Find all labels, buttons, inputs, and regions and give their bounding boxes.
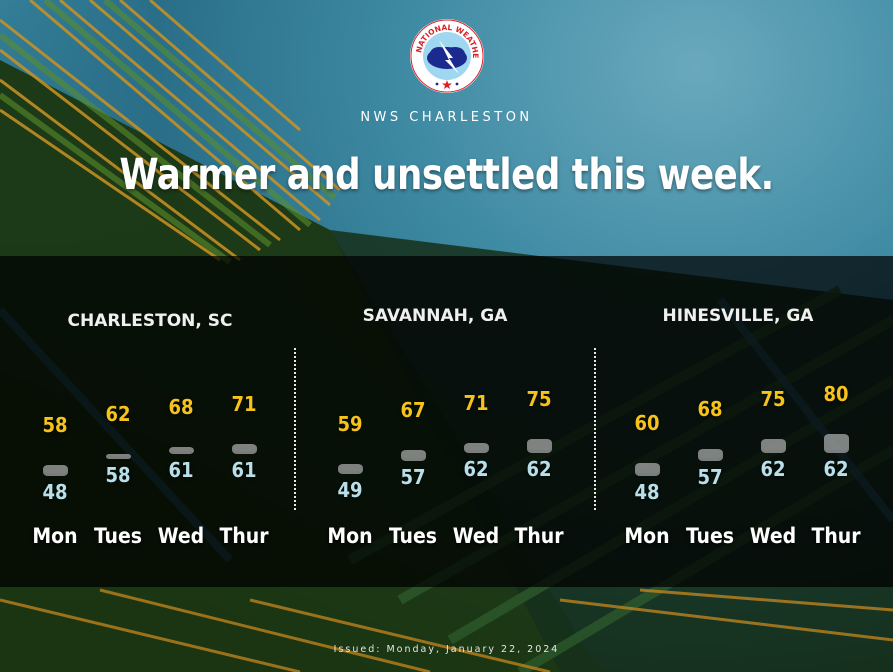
day-label: Mon bbox=[32, 524, 78, 548]
city-title: SAVANNAH, GA bbox=[362, 306, 508, 326]
nws-logo-icon: NATIONAL WEATHER SERVICE bbox=[406, 11, 484, 93]
low-temp-label: 57 bbox=[400, 464, 426, 489]
temp-range-bar bbox=[401, 450, 426, 461]
low-temp-label: 62 bbox=[823, 456, 849, 481]
day-label: Wed bbox=[452, 524, 500, 548]
low-temp-label: 48 bbox=[634, 479, 660, 504]
day-label: Tues bbox=[388, 524, 438, 548]
high-temp-label: 71 bbox=[463, 391, 489, 416]
temp-range-bar bbox=[106, 454, 131, 460]
issued-date: Issued: Monday, January 22, 2024 bbox=[333, 644, 560, 655]
high-temp-label: 68 bbox=[697, 397, 723, 422]
office-name: NWS CHARLESTON bbox=[360, 110, 533, 125]
temp-range-bar bbox=[824, 433, 849, 453]
low-temp-label: 61 bbox=[168, 458, 194, 483]
low-temp-label: 62 bbox=[463, 456, 489, 481]
low-temp-label: 49 bbox=[337, 478, 363, 503]
high-temp-label: 75 bbox=[760, 387, 786, 412]
high-temp-label: 75 bbox=[526, 387, 552, 412]
day-label: Wed bbox=[749, 524, 797, 548]
day-label: Wed bbox=[157, 524, 205, 548]
high-temp-label: 67 bbox=[400, 398, 426, 423]
low-temp-label: 62 bbox=[526, 456, 552, 481]
day-label: Tues bbox=[685, 524, 735, 548]
high-temp-label: 68 bbox=[168, 395, 194, 419]
panel-divider bbox=[294, 348, 296, 510]
high-temp-label: 62 bbox=[105, 402, 131, 427]
day-label: Thur bbox=[811, 524, 861, 548]
city-title: CHARLESTON, SC bbox=[67, 311, 233, 331]
nws-logo: NATIONAL WEATHER SERVICE bbox=[406, 11, 485, 94]
high-temp-label: 60 bbox=[634, 411, 660, 436]
high-temp-label: 71 bbox=[231, 391, 257, 416]
day-label: Mon bbox=[327, 524, 373, 548]
low-temp-label: 57 bbox=[697, 464, 723, 489]
temp-range-bar bbox=[464, 443, 489, 453]
day-label: Thur bbox=[219, 524, 269, 548]
city-title: HINESVILLE, GA bbox=[662, 306, 814, 326]
temp-range-bar bbox=[527, 439, 552, 453]
panel-divider bbox=[594, 348, 596, 510]
high-temp-label: 58 bbox=[42, 413, 68, 438]
high-temp-label: 59 bbox=[337, 411, 363, 436]
headline: Warmer and unsettled this week. bbox=[119, 150, 774, 200]
temp-range-bar bbox=[43, 465, 68, 476]
temp-range-bar bbox=[698, 449, 723, 461]
day-label: Mon bbox=[624, 524, 670, 548]
day-label: Tues bbox=[93, 524, 143, 548]
temp-range-bar bbox=[761, 439, 786, 453]
temp-range-bar bbox=[635, 463, 660, 476]
day-label: Thur bbox=[514, 524, 564, 548]
temp-range-bar bbox=[169, 447, 194, 455]
temp-range-bar bbox=[338, 463, 363, 475]
high-temp-label: 80 bbox=[823, 381, 849, 406]
temp-range-bar bbox=[232, 443, 257, 455]
low-temp-label: 61 bbox=[231, 458, 257, 483]
low-temp-label: 48 bbox=[42, 479, 68, 504]
low-temp-label: 62 bbox=[760, 456, 786, 481]
low-temp-label: 58 bbox=[105, 463, 131, 488]
